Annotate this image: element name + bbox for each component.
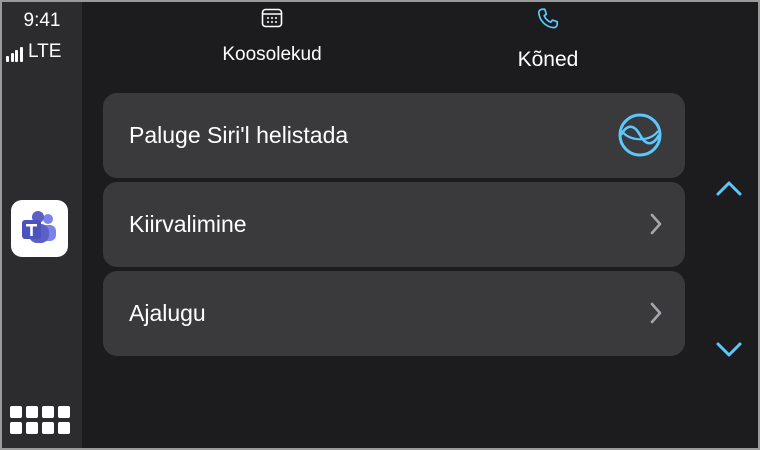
chevron-up-icon — [716, 181, 742, 196]
teams-app-button[interactable] — [11, 200, 68, 257]
signal-bars-icon — [6, 47, 24, 62]
tab-calls-label: Kõned — [517, 48, 579, 71]
list-item-ask-siri[interactable]: Paluge Siri'l helistada — [103, 93, 685, 178]
tab-meetings[interactable]: Koosolekud — [192, 6, 352, 66]
scroll-up-button[interactable] — [715, 179, 743, 202]
chevron-right-icon — [650, 213, 662, 235]
tab-calls[interactable]: Kõned — [468, 6, 628, 72]
list-item-history[interactable]: Ajalugu — [103, 271, 685, 356]
list-item-speed-dial[interactable]: Kiirvalimine — [103, 182, 685, 267]
siri-icon — [618, 113, 662, 157]
list-item-label: Kiirvalimine — [129, 211, 247, 237]
list-item-label: Ajalugu — [129, 300, 206, 326]
chevron-down-icon — [716, 342, 742, 357]
status-time: 9:41 — [23, 10, 61, 31]
phone-icon — [537, 8, 559, 29]
tab-meetings-label: Koosolekud — [222, 44, 322, 65]
microsoft-teams-icon — [22, 211, 56, 243]
list-item-label: Paluge Siri'l helistada — [129, 122, 349, 148]
calendar-icon — [261, 8, 283, 28]
status-rail: 9:41 LTE — [2, 2, 82, 448]
network-type: LTE — [28, 41, 62, 62]
signal-indicator: LTE — [6, 42, 61, 62]
carplay-screen: 9:41 LTE Koosolekud Kõned Paluge Siri'l … — [0, 0, 760, 450]
scroll-down-button[interactable] — [715, 341, 743, 364]
app-grid-icon[interactable] — [10, 406, 72, 436]
chevron-right-icon — [650, 302, 662, 324]
